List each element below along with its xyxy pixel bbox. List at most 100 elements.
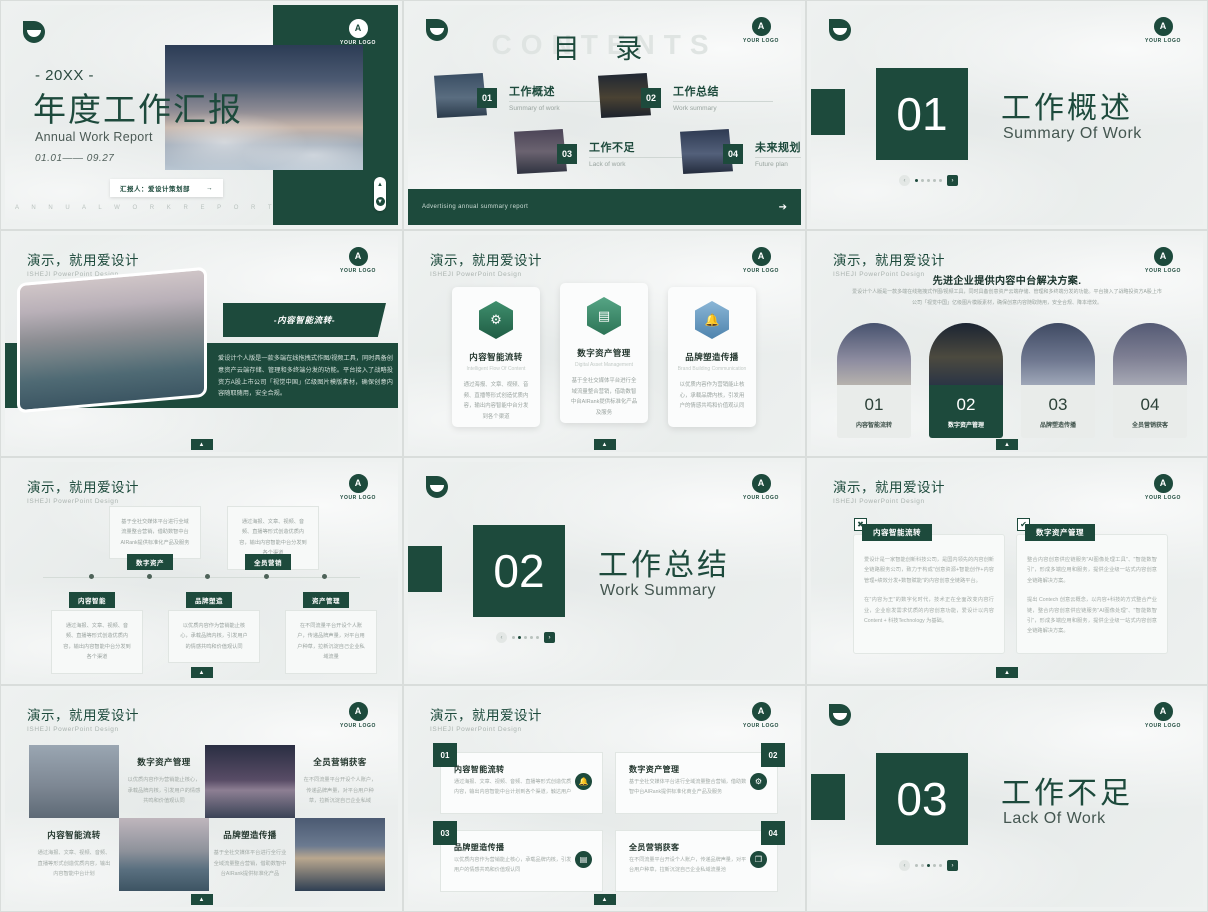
scroll-up-button[interactable]: ▲: [191, 894, 213, 905]
logo-label: YOUR LOGO: [743, 495, 779, 501]
arch-photo: [1113, 323, 1187, 385]
timeline-card[interactable]: 基于全社交媒体平台进行全域流量整合营销，借助数智中台AIRank提供标准化产品及…: [109, 506, 201, 559]
mosaic-desc: 以优质内容作为营销能止核心，承载品牌内核，引发用户的情感共鸣和价值观认同: [126, 775, 202, 806]
timeline-label: 资产管理: [303, 592, 349, 608]
toc-item-01[interactable]: 01 工作概述 Summary of work: [434, 73, 609, 118]
pager-next-icon[interactable]: ›: [947, 175, 958, 186]
slide-timeline[interactable]: 演示，就用爱设计 ISHEJI PowerPoint Design A YOUR…: [0, 457, 403, 685]
timeline-card[interactable]: 通过海报、文章、视频、音频、直播等形式创造优质内容，输出内容智能中台分发到各个渠…: [51, 610, 143, 674]
scroll-down-icon[interactable]: ▼: [376, 197, 385, 206]
header-title-cn: 演示，就用爱设计: [833, 476, 945, 496]
timeline-card[interactable]: 在不同流量平台开设个人账户，传递品牌声量，对平台用户种草，拉新沉淀自己企业私域流…: [285, 610, 377, 674]
section-title-cn: 工作总结: [598, 540, 730, 584]
pager-prev-icon[interactable]: ‹: [496, 632, 507, 643]
toc-item-02[interactable]: 02 工作总结 Work summary: [598, 73, 773, 118]
timeline-dot: [89, 574, 94, 579]
scroll-up-button[interactable]: ▲: [996, 667, 1018, 678]
feature-card[interactable]: ▤ 数字资产管理 Digital Asset Management 基于全社交媒…: [560, 283, 648, 423]
toc-item-04[interactable]: 04 未来规划 Future plan: [680, 129, 801, 174]
toc-text: 工作概述 Summary of work: [509, 73, 609, 112]
contents-footer-bar: Advertising annual summary report ➔: [408, 189, 801, 225]
arch-card[interactable]: 04 全员营销获客: [1113, 323, 1187, 438]
header-title-cn: 演示，就用爱设计: [833, 249, 945, 269]
accent-square: [811, 774, 845, 820]
scroll-up-button[interactable]: ▲: [191, 439, 213, 450]
mosaic-photo: [119, 818, 209, 891]
toc-thumbnail: 03: [514, 129, 567, 174]
pager-prev-icon[interactable]: ‹: [899, 175, 910, 186]
pager-prev-icon[interactable]: ‹: [899, 860, 910, 871]
pager[interactable]: ‹ ›: [899, 860, 958, 871]
doc-icon: ❐: [750, 851, 767, 868]
toc-thumbnail: 01: [434, 73, 487, 118]
toc-item-03[interactable]: 03 工作不足 Lack of work: [514, 129, 689, 174]
cover-presenter-badge[interactable]: 汇报人：爱设计策划部 →: [110, 179, 223, 197]
brand-logo: A YOUR LOGO: [1145, 702, 1181, 729]
pager-next-icon[interactable]: ›: [947, 860, 958, 871]
slide-four-arches[interactable]: 演示，就用爱设计 ISHEJI PowerPoint Design A YOUR…: [806, 230, 1208, 457]
intro-paragraph: 爱设计个人版是一款多端在线拖拽式作图/视频工具，同时具备创意资产云端存储、管理和…: [218, 353, 393, 400]
arrow-right-icon[interactable]: ➔: [779, 202, 787, 213]
header-title-cn: 演示，就用爱设计: [27, 476, 139, 496]
slide-four-boxes[interactable]: 演示，就用爱设计 ISHEJI PowerPoint Design A YOUR…: [403, 685, 806, 912]
slide-section-01[interactable]: A YOUR LOGO 01 工作概述 Summary Of Work ‹ ›: [806, 0, 1208, 230]
scroll-up-button[interactable]: ▲: [996, 439, 1018, 450]
header-title-cn: 演示，就用爱设计: [430, 704, 542, 724]
arch-title: 品牌塑造传播: [1040, 420, 1076, 429]
pager[interactable]: ‹ ›: [496, 632, 555, 643]
slide-two-panels[interactable]: 演示，就用爱设计 ISHEJI PowerPoint Design A YOUR…: [806, 457, 1208, 685]
mosaic-title: 品牌塑造传播: [223, 829, 276, 841]
pager-dots: [512, 636, 539, 639]
scroll-up-button[interactable]: ▲: [594, 439, 616, 450]
slide-three-cards[interactable]: 演示，就用爱设计 ISHEJI PowerPoint Design A YOUR…: [403, 230, 806, 457]
arch-label: 01 内容智能流转: [837, 385, 911, 438]
card-title-cn: 数字资产管理: [577, 347, 630, 359]
slide-cover[interactable]: A YOUR LOGO - 20XX - 年度工作汇报 Annual Work …: [0, 0, 403, 230]
slide-intro-photo[interactable]: 演示，就用爱设计 ISHEJI PowerPoint Design A YOUR…: [0, 230, 403, 457]
slide-header: 演示，就用爱设计 ISHEJI PowerPoint Design: [430, 249, 542, 278]
content-panel[interactable]: ✖ 内容智能流转 爱设计是一家智能创新科技公司，是国内领先的内容创新全链路服务公…: [853, 534, 1005, 654]
cover-presenter: 汇报人：爱设计策划部: [120, 183, 190, 193]
mosaic-title: 数字资产管理: [137, 756, 190, 768]
logo-mark-icon: A: [1154, 17, 1173, 36]
scroll-up-button[interactable]: ▲: [594, 894, 616, 905]
mosaic-title: 内容智能流转: [47, 829, 100, 841]
card-title-en: Digital Asset Management: [575, 362, 633, 368]
brand-logo: A YOUR LOGO: [743, 702, 779, 729]
numbered-box[interactable]: 02 数字资产管理 基于全社交媒体平台进行全域流量整合营销，借助数智中台AIRa…: [615, 752, 778, 814]
box-number: 04: [761, 821, 785, 845]
slide-section-03[interactable]: A YOUR LOGO 03 工作不足 Lack Of Work ‹ ›: [806, 685, 1208, 912]
numbered-box[interactable]: 04 全员营销获客 在不同流量平台开设个人账户，传递品牌声量，对平台用户种草，拉…: [615, 830, 778, 892]
arch-label: 04 全员营销获客: [1113, 385, 1187, 438]
mosaic-text: 品牌塑造传播 基于全社交媒体平台进行全行业全域流量整合营销，借助数智中台AIRa…: [205, 818, 295, 891]
arch-card[interactable]: 02 数字资产管理: [929, 323, 1003, 438]
feature-card[interactable]: 🔔 品牌塑造传播 Brand Building Communication 以优…: [668, 287, 756, 427]
arches-paragraph: 爱设计个人版是一款多端在线拖拽式作图/视频工具，同时具备创意资产云端存储、管理和…: [851, 287, 1163, 308]
panel-body: 整合内容创意供应链服务"AI图像处理工具"、"智能数智引"，形成多端应用和服务，…: [1027, 555, 1157, 637]
slide-contents[interactable]: A YOUR LOGO CONTENTS 目 录 01 工作概述 Summary…: [403, 0, 806, 230]
arch-card[interactable]: 01 内容智能流转: [837, 323, 911, 438]
logo-label: YOUR LOGO: [743, 723, 779, 729]
slide-section-02[interactable]: A YOUR LOGO 02 工作总结 Work Summary ‹ ›: [403, 457, 806, 685]
feature-card[interactable]: ⚙ 内容智能流转 Intelligent Flow Of Content 通过海…: [452, 287, 540, 427]
pager-next-icon[interactable]: ›: [544, 632, 555, 643]
content-panel[interactable]: ✔ 数字资产管理 整合内容创意供应链服务"AI图像处理工具"、"智能数智引"，形…: [1016, 534, 1168, 654]
section-title-en: Summary Of Work: [1003, 125, 1142, 143]
slide-mosaic[interactable]: 演示，就用爱设计 ISHEJI PowerPoint Design A YOUR…: [0, 685, 403, 912]
pager[interactable]: ‹ ›: [899, 175, 958, 186]
scroll-up-button[interactable]: ▲: [191, 667, 213, 678]
scroll-control[interactable]: ▲ ▼: [374, 177, 386, 211]
arch-card[interactable]: 03 品牌塑造传播: [1021, 323, 1095, 438]
card-title-en: Intelligent Flow Of Content: [467, 366, 526, 372]
logo-label: YOUR LOGO: [340, 495, 376, 501]
mosaic-desc: 基于全社交媒体平台进行全行业全域流量整合营销，借助数智中台AIRank提供标准化…: [212, 848, 288, 879]
box-desc: 以优质内容作为营销能止核心，承载品牌内核，引发用户的情感共鸣和价值观认同: [454, 856, 572, 876]
numbered-box[interactable]: 03 品牌塑造传播 以优质内容作为营销能止核心，承载品牌内核，引发用户的情感共鸣…: [440, 830, 603, 892]
numbered-box[interactable]: 01 内容智能流转 通过海报、文章、视频、音频、直播等形式创造优质内容，输出内容…: [440, 752, 603, 814]
divider: [509, 101, 609, 102]
cover-year: - 20XX -: [35, 67, 94, 84]
card-title-en: Brand Building Communication: [678, 366, 747, 372]
scroll-up-icon[interactable]: ▲: [377, 182, 383, 188]
logo-mark-icon: A: [1154, 474, 1173, 493]
timeline-card[interactable]: 以优质内容作为营销能止核心，承载品牌内核，引发用户的情感共鸣和价值观认同: [168, 610, 260, 663]
